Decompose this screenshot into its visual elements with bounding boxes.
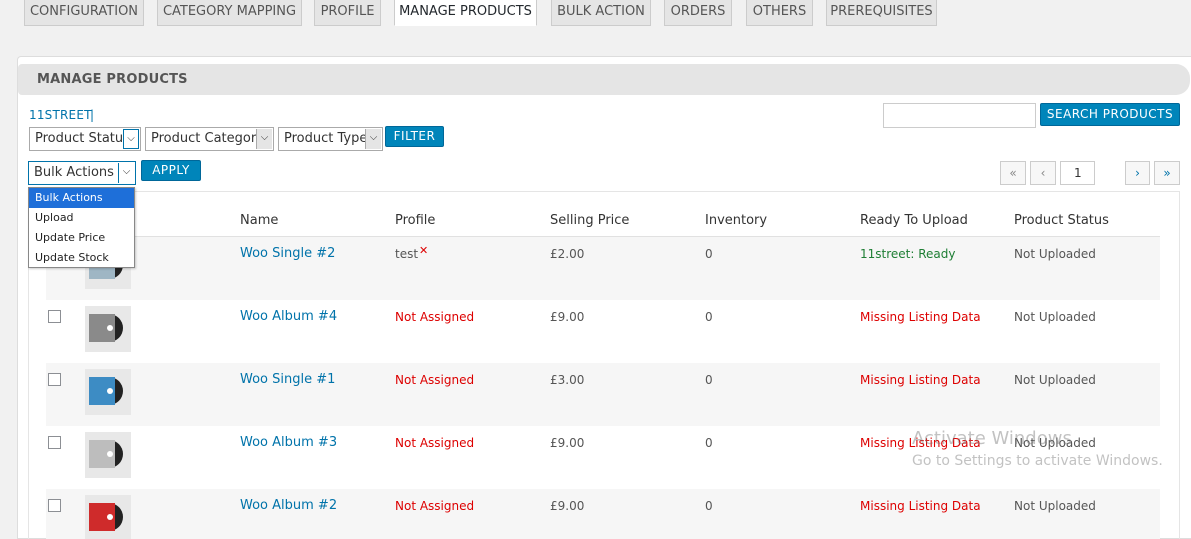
product-name-link[interactable]: Woo Album #3: [240, 435, 337, 450]
column-header-price: Selling Price: [550, 213, 630, 228]
chevron-down-icon: ⌵: [256, 129, 272, 149]
tab-configuration[interactable]: CONFIGURATION: [24, 0, 144, 26]
price-cell: £2.00: [550, 247, 585, 261]
ready-status[interactable]: Missing Listing Data: [860, 499, 981, 513]
column-header-ready: Ready To Upload: [860, 213, 968, 228]
bulk-option-bulk-actions[interactable]: Bulk Actions: [29, 188, 134, 208]
product-status-cell: Not Uploaded: [1014, 310, 1096, 324]
column-header-inventory: Inventory: [705, 213, 768, 228]
apply-button[interactable]: APPLY: [141, 160, 201, 181]
search-input[interactable]: [883, 103, 1036, 128]
chevron-down-icon: ⌵: [118, 163, 134, 183]
inventory-cell: 0: [705, 436, 713, 450]
table-row: Woo Album #2 Not Assigned £9.00 0 Missin…: [46, 489, 1160, 539]
product-name-link[interactable]: Woo Single #2: [240, 246, 335, 261]
tab-profile[interactable]: PROFILE: [314, 0, 381, 26]
table-row: Woo Album #4 Not Assigned £9.00 0 Missin…: [46, 300, 1160, 363]
tab-orders[interactable]: ORDERS: [664, 0, 732, 26]
product-status-cell: Not Uploaded: [1014, 247, 1096, 261]
activate-windows-subtitle: Go to Settings to activate Windows.: [912, 453, 1163, 469]
tab-prerequisites[interactable]: PREREQUISITES: [826, 0, 937, 26]
album-thumbnail[interactable]: [85, 306, 131, 352]
bulk-option-upload[interactable]: Upload: [29, 208, 134, 228]
profile-value[interactable]: test: [395, 247, 418, 261]
panel-title: MANAGE PRODUCTS: [18, 64, 1190, 95]
product-name-link[interactable]: Woo Album #4: [240, 309, 337, 324]
product-status-cell: Not Uploaded: [1014, 373, 1096, 387]
product-category-value: Product Category: [151, 131, 264, 146]
product-status-cell: Not Uploaded: [1014, 499, 1096, 513]
filter-button[interactable]: FILTER: [385, 126, 444, 147]
bulk-actions-dropdown: Bulk Actions Upload Update Price Update …: [28, 187, 135, 268]
bulk-option-update-price[interactable]: Update Price: [29, 228, 134, 248]
tab-others[interactable]: OTHERS: [746, 0, 813, 26]
product-status-select[interactable]: Product Status ⌵: [29, 127, 141, 151]
table-row: Woo Single #1 Not Assigned £3.00 0 Missi…: [46, 363, 1160, 426]
tab-bulk-action[interactable]: BULK ACTION: [551, 0, 651, 26]
link-separator: |: [90, 108, 95, 122]
bulk-actions-select[interactable]: Bulk Actions ⌵: [28, 161, 136, 185]
last-page-button[interactable]: »: [1154, 161, 1180, 185]
bulk-option-update-stock[interactable]: Update Stock: [29, 248, 134, 268]
row-checkbox[interactable]: [48, 436, 61, 449]
inventory-cell: 0: [705, 310, 713, 324]
price-cell: £9.00: [550, 499, 585, 513]
ready-status[interactable]: Missing Listing Data: [860, 310, 981, 324]
row-checkbox[interactable]: [48, 373, 61, 386]
product-name-link[interactable]: Woo Single #1: [240, 372, 335, 387]
price-cell: £9.00: [550, 310, 585, 324]
inventory-cell: 0: [705, 373, 713, 387]
prev-page-button[interactable]: ‹: [1030, 161, 1056, 185]
inventory-cell: 0: [705, 247, 713, 261]
tab-manage-products[interactable]: MANAGE PRODUCTS: [394, 0, 537, 26]
product-status-value: Product Status: [35, 131, 130, 146]
album-thumbnail[interactable]: [85, 495, 131, 539]
column-header-profile: Profile: [395, 213, 436, 228]
product-name-link[interactable]: Woo Album #2: [240, 498, 337, 513]
row-checkbox[interactable]: [48, 499, 61, 512]
product-category-select[interactable]: Product Category ⌵: [145, 127, 274, 151]
inventory-cell: 0: [705, 499, 713, 513]
profile-value[interactable]: Not Assigned: [395, 373, 474, 387]
row-checkbox[interactable]: [48, 310, 61, 323]
next-page-button[interactable]: ›: [1125, 161, 1150, 185]
marketplace-link-11street[interactable]: 11STREET: [29, 108, 92, 122]
tab-bar: CONFIGURATION CATEGORY MAPPING PROFILE M…: [0, 0, 1191, 26]
chevron-down-icon: ⌵: [365, 129, 381, 149]
price-cell: £9.00: [550, 436, 585, 450]
profile-cell: test✕: [395, 244, 428, 261]
product-type-value: Product Type: [284, 131, 368, 146]
profile-value[interactable]: Not Assigned: [395, 499, 474, 513]
bulk-actions-value: Bulk Actions: [34, 165, 114, 180]
ready-status[interactable]: Missing Listing Data: [860, 373, 981, 387]
profile-value[interactable]: Not Assigned: [395, 436, 474, 450]
first-page-button[interactable]: «: [1000, 161, 1026, 185]
product-type-select[interactable]: Product Type ⌵: [278, 127, 383, 151]
table-row: Woo Single #2 test✕ £2.00 0 11street: Re…: [46, 237, 1160, 300]
ready-status: 11street: Ready: [860, 247, 956, 261]
profile-value[interactable]: Not Assigned: [395, 310, 474, 324]
chevron-down-icon: ⌵: [123, 129, 139, 149]
tab-category-mapping[interactable]: CATEGORY MAPPING: [157, 0, 302, 26]
activate-windows-title: Activate Windows: [912, 428, 1072, 449]
album-thumbnail[interactable]: [85, 369, 131, 415]
album-thumbnail[interactable]: [85, 432, 131, 478]
close-icon[interactable]: ✕: [419, 244, 428, 257]
current-page-input[interactable]: 1: [1060, 161, 1095, 185]
price-cell: £3.00: [550, 373, 585, 387]
column-header-name[interactable]: Name: [240, 213, 278, 228]
column-header-status: Product Status: [1014, 213, 1109, 228]
search-products-button[interactable]: SEARCH PRODUCTS: [1040, 103, 1180, 126]
